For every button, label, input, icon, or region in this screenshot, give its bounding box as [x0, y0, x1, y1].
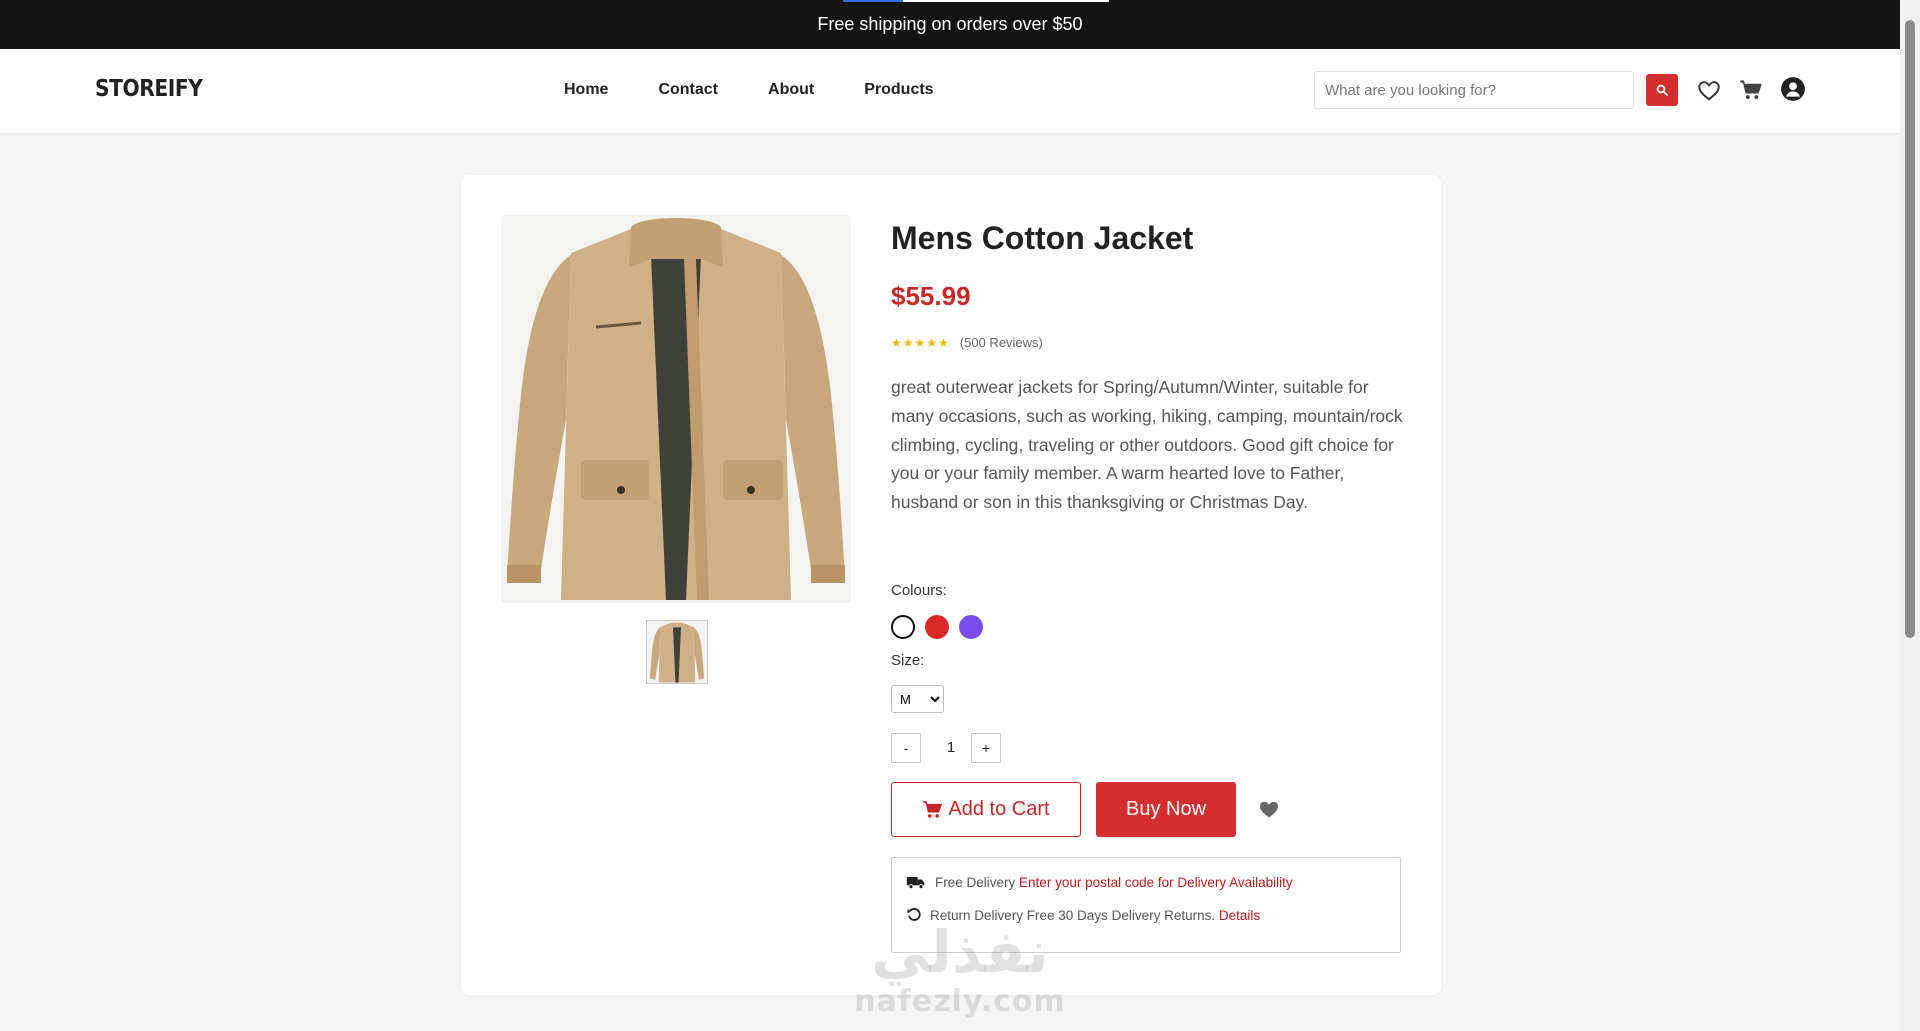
cart-icon[interactable]	[1738, 77, 1764, 103]
announcement-text: Free shipping on orders over $50	[817, 14, 1083, 34]
free-delivery-row: Free Delivery Enter your postal code for…	[906, 874, 1293, 890]
return-details-link[interactable]: Details	[1219, 908, 1260, 923]
logo[interactable]: STOREIFY	[95, 76, 203, 102]
product-main-image	[501, 215, 851, 603]
colour-swatch-purple[interactable]	[959, 615, 983, 639]
nav-contact[interactable]: Contact	[658, 81, 718, 99]
add-to-cart-label: Add to Cart	[948, 798, 1050, 820]
add-to-cart-button[interactable]: Add to Cart	[891, 782, 1081, 837]
buy-now-button[interactable]: Buy Now	[1096, 782, 1236, 837]
colours-label: Colours:	[891, 582, 947, 599]
colour-swatch-white[interactable]	[891, 615, 915, 639]
wishlist-heart-icon[interactable]	[1257, 797, 1281, 821]
search-input[interactable]	[1314, 71, 1634, 109]
review-count: (500 Reviews)	[959, 335, 1043, 350]
quantity-value: 1	[946, 739, 956, 756]
star-rating-icon: ★★★★★	[891, 335, 950, 350]
scrollbar-thumb[interactable]	[1905, 20, 1915, 638]
page-load-progress	[843, 0, 1109, 2]
user-icon[interactable]	[1780, 76, 1806, 102]
watermark-latin: nafezly.com	[854, 984, 1066, 1019]
size-select[interactable]: M	[891, 685, 944, 713]
product-description: great outerwear jackets for Spring/Autum…	[891, 377, 1403, 513]
quantity-increase-button[interactable]: +	[971, 733, 1001, 763]
product-title: Mens Cotton Jacket	[891, 220, 1194, 256]
watermark: نفذلي nafezly.com	[850, 920, 1070, 1030]
quantity-decrease-button[interactable]: -	[891, 733, 921, 763]
nav-products[interactable]: Products	[864, 81, 933, 99]
nav-about[interactable]: About	[768, 81, 814, 99]
page-scrollbar[interactable]	[1900, 0, 1920, 1031]
heart-icon[interactable]	[1696, 77, 1722, 103]
announcement-bar: Free shipping on orders over $50	[0, 0, 1900, 49]
nav-home[interactable]: Home	[564, 81, 608, 99]
header: STOREIFY Home Contact About Products	[0, 49, 1900, 133]
product-card: Mens Cotton Jacket $55.99 ★★★★★ (500 Rev…	[461, 175, 1441, 995]
size-label: Size:	[891, 652, 925, 669]
product-price: $55.99	[891, 281, 971, 311]
truck-icon	[906, 877, 925, 890]
colour-swatches	[891, 615, 993, 639]
free-delivery-label: Free Delivery	[935, 874, 1016, 890]
colour-swatch-red[interactable]	[925, 615, 949, 639]
search-icon	[1656, 84, 1668, 96]
main-nav: Home Contact About Products	[564, 81, 984, 99]
watermark-arabic: نفذلي	[871, 918, 1049, 986]
cart-icon	[923, 800, 943, 818]
postal-code-link[interactable]: Enter your postal code for Delivery Avai…	[1019, 875, 1293, 890]
search-button[interactable]	[1646, 74, 1678, 106]
buy-now-label: Buy Now	[1125, 798, 1207, 820]
product-rating: ★★★★★ (500 Reviews)	[891, 335, 1043, 350]
product-thumbnail[interactable]	[646, 620, 708, 684]
